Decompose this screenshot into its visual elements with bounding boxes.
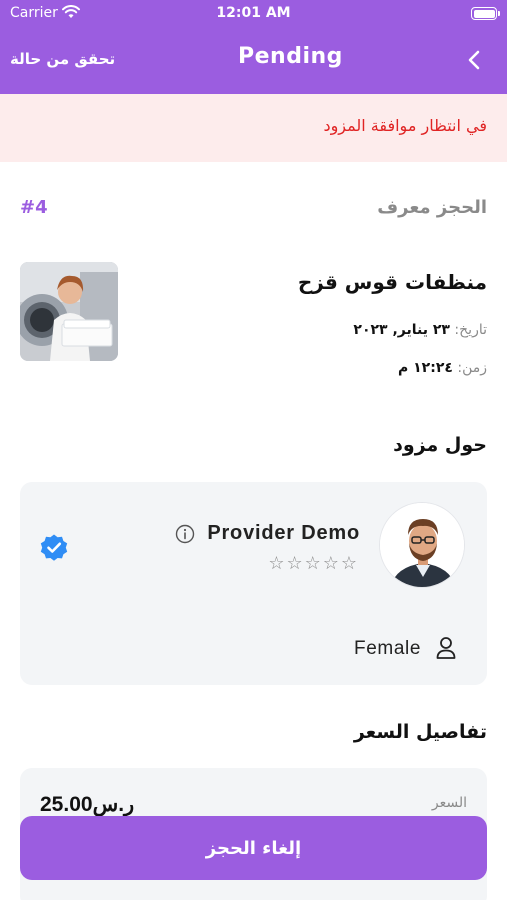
- date-value: ٢٣ يناير, ٢٠٢٣: [353, 322, 450, 338]
- status-time: 12:01 AM: [216, 5, 291, 21]
- service-name: منظفات قوس قزح: [297, 270, 487, 294]
- status-bar: Carrier 12:01 AM: [0, 0, 507, 28]
- time-label: زمن:: [457, 360, 487, 376]
- pending-alert-banner: في انتظار موافقة المزود: [0, 94, 507, 162]
- page-title: Pending: [238, 44, 343, 69]
- cancel-booking-button[interactable]: إلغاء الحجز: [20, 816, 487, 880]
- time-value: ١٢:٢٤ م: [397, 360, 453, 376]
- booking-id-label: الحجز معرف: [377, 197, 487, 218]
- verified-badge-icon: [40, 534, 68, 561]
- date-label: تاريخ:: [454, 322, 487, 338]
- booking-time: زمن: ١٢:٢٤ م: [398, 360, 487, 376]
- price-label: السعر: [431, 795, 467, 811]
- provider-avatar: [379, 502, 465, 588]
- price-section-title: تفاصيل السعر: [353, 721, 487, 743]
- alert-message: في انتظار موافقة المزود: [323, 116, 487, 135]
- chevron-left-icon[interactable]: [465, 48, 485, 72]
- rating-stars: ☆☆☆☆☆: [268, 553, 359, 574]
- booking-id-value: #4: [20, 197, 48, 218]
- price-value: ر.س25.00: [40, 793, 135, 816]
- service-image: [20, 262, 118, 361]
- provider-section-title: حول مزود: [393, 434, 487, 456]
- battery-icon: [471, 7, 500, 20]
- booking-date: تاريخ: ٢٣ يناير, ٢٠٢٣: [353, 322, 487, 338]
- app-header: Carrier 12:01 AM تحقق من حالة Pending: [0, 0, 507, 94]
- person-icon: [436, 637, 456, 659]
- provider-name: Provider Demo: [207, 522, 360, 544]
- info-icon[interactable]: [175, 524, 195, 544]
- provider-card[interactable]: Provider Demo ☆☆☆☆☆ Female: [20, 482, 487, 685]
- provider-gender: Female: [354, 638, 421, 659]
